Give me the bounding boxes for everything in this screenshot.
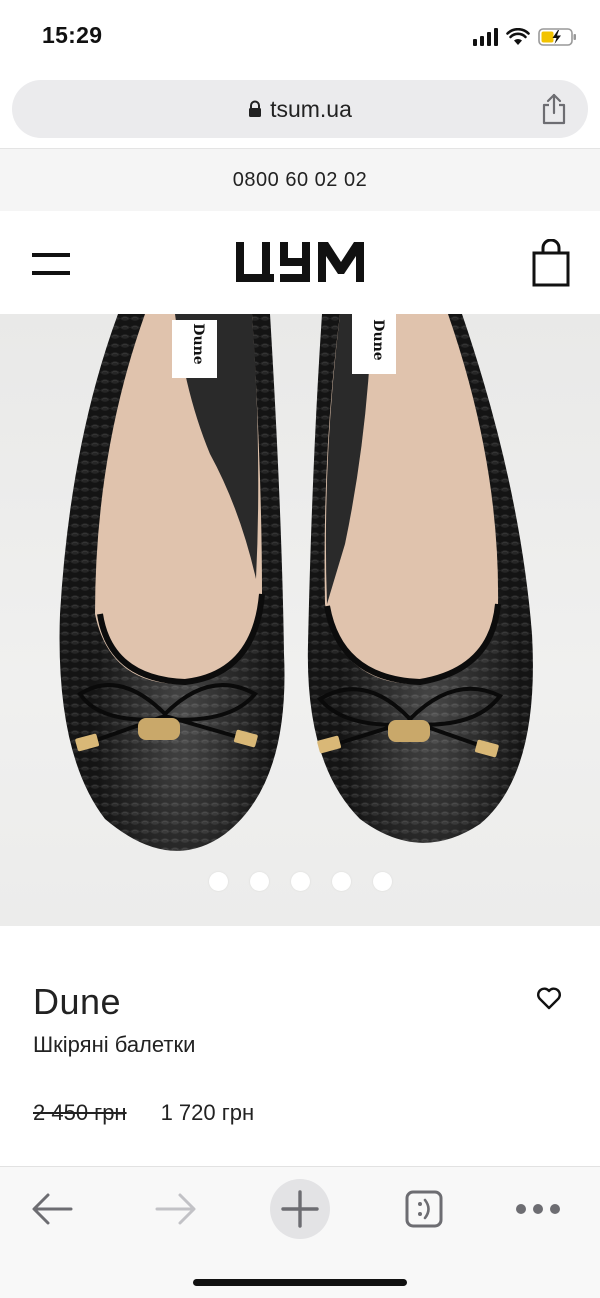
hamburger-menu-icon[interactable] (32, 251, 72, 277)
wifi-icon (506, 28, 530, 45)
phone-number[interactable]: 0800 60 02 02 (233, 169, 367, 192)
svg-text:Dune: Dune (190, 323, 206, 364)
share-icon[interactable] (540, 93, 568, 125)
signal-icon (473, 28, 498, 46)
carousel-dot[interactable] (331, 872, 351, 891)
address-bar[interactable]: tsum.ua (12, 80, 588, 138)
tabs-icon (405, 1190, 443, 1228)
url-display[interactable]: tsum.ua (12, 80, 588, 138)
price-row: 2 450 грн 1 720 грн (33, 1100, 254, 1126)
lock-icon (249, 100, 262, 117)
product-brand[interactable]: Dune (33, 981, 121, 1023)
carousel-dot[interactable] (208, 872, 228, 891)
status-time: 15:29 (42, 22, 103, 48)
forward-button[interactable] (146, 1179, 206, 1239)
carousel-dot-active[interactable] (372, 872, 392, 891)
product-image[interactable]: Dune Dune (0, 314, 600, 926)
carousel-dot[interactable] (290, 872, 310, 891)
home-indicator[interactable] (193, 1279, 407, 1286)
status-icons (473, 24, 578, 50)
site-header (0, 211, 600, 314)
new-tab-button[interactable] (270, 1179, 330, 1239)
more-button[interactable] (508, 1179, 568, 1239)
product-info: Dune Шкіряні балетки 2 450 грн 1 720 грн (0, 926, 600, 1166)
phone-strip[interactable]: 0800 60 02 02 (0, 148, 600, 211)
tabs-button[interactable] (394, 1179, 454, 1239)
heart-outline-icon[interactable] (536, 986, 562, 1010)
product-name: Шкіряні балетки (33, 1032, 196, 1057)
more-icon (516, 1204, 560, 1214)
status-bar: 15:29 (0, 0, 600, 72)
old-price: 2 450 грн (33, 1100, 127, 1125)
carousel-dots (0, 872, 600, 891)
new-tab-plus-icon (281, 1190, 319, 1228)
shopping-bag-icon[interactable] (532, 239, 570, 287)
ballet-flats-photo: Dune Dune (59, 314, 533, 851)
svg-text:Dune: Dune (370, 319, 386, 360)
battery-charging-icon (538, 28, 576, 46)
sale-price: 1 720 грн (160, 1100, 255, 1125)
forward-arrow-icon (155, 1193, 196, 1225)
url-text: tsum.ua (270, 95, 352, 122)
carousel-dot[interactable] (249, 872, 269, 891)
tsum-logo[interactable] (234, 240, 366, 284)
back-button[interactable] (22, 1179, 82, 1239)
back-arrow-icon (32, 1193, 73, 1225)
